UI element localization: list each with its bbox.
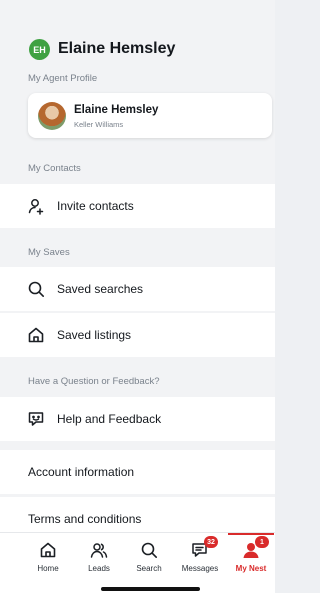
people-icon bbox=[90, 541, 108, 559]
section-label-saves: My Saves bbox=[28, 247, 70, 258]
agent-profile-card[interactable]: Elaine Hemsley Keller Williams bbox=[28, 93, 272, 138]
my-nest-badge: 1 bbox=[255, 536, 269, 548]
tab-search[interactable]: Search bbox=[123, 541, 175, 581]
agent-brokerage: Keller Williams bbox=[74, 120, 124, 129]
help-feedback-row[interactable]: Help and Feedback bbox=[0, 397, 275, 441]
tab-messages-label: Messages bbox=[181, 564, 219, 573]
invite-contacts-label: Invite contacts bbox=[57, 199, 134, 213]
saved-searches-label: Saved searches bbox=[57, 282, 144, 296]
help-feedback-label: Help and Feedback bbox=[57, 412, 162, 426]
feedback-icon bbox=[27, 410, 45, 428]
profile-icon: 1 bbox=[242, 536, 269, 559]
my-nest-screen: EH Elaine Hemsley My Agent Profile Elain… bbox=[0, 0, 275, 593]
section-label-agent-profile: My Agent Profile bbox=[28, 73, 98, 84]
home-icon bbox=[27, 326, 45, 344]
tab-home[interactable]: Home bbox=[22, 541, 74, 581]
search-icon bbox=[140, 541, 158, 559]
add-person-icon bbox=[27, 197, 45, 215]
user-avatar[interactable]: EH bbox=[29, 39, 50, 60]
messages-badge: 32 bbox=[204, 536, 218, 548]
active-tab-indicator bbox=[228, 533, 274, 535]
bottom-tab-bar: Home Leads Search 32 Messages 1 My Nest bbox=[0, 532, 275, 593]
messages-icon: 32 bbox=[191, 536, 218, 559]
home-indicator bbox=[101, 587, 200, 591]
invite-contacts-row[interactable]: Invite contacts bbox=[0, 184, 275, 228]
agent-avatar bbox=[38, 102, 66, 130]
section-label-feedback: Have a Question or Feedback? bbox=[28, 376, 160, 387]
account-information-row[interactable]: Account information bbox=[0, 450, 275, 494]
tab-messages[interactable]: 32 Messages bbox=[174, 536, 226, 581]
search-icon bbox=[27, 280, 45, 298]
tab-leads[interactable]: Leads bbox=[73, 541, 125, 581]
terms-conditions-label: Terms and conditions bbox=[28, 512, 142, 526]
section-label-contacts: My Contacts bbox=[28, 163, 81, 174]
tab-search-label: Search bbox=[136, 564, 162, 573]
home-icon bbox=[39, 541, 57, 559]
saved-listings-row[interactable]: Saved listings bbox=[0, 313, 275, 357]
saved-listings-label: Saved listings bbox=[57, 328, 132, 342]
account-information-label: Account information bbox=[28, 465, 135, 479]
user-name: Elaine Hemsley bbox=[58, 40, 176, 57]
tab-my-nest[interactable]: 1 My Nest bbox=[225, 536, 277, 581]
saved-searches-row[interactable]: Saved searches bbox=[0, 267, 275, 311]
agent-name: Elaine Hemsley bbox=[74, 104, 159, 116]
tab-my-nest-label: My Nest bbox=[235, 564, 267, 573]
tab-home-label: Home bbox=[37, 564, 59, 573]
tab-leads-label: Leads bbox=[88, 564, 110, 573]
